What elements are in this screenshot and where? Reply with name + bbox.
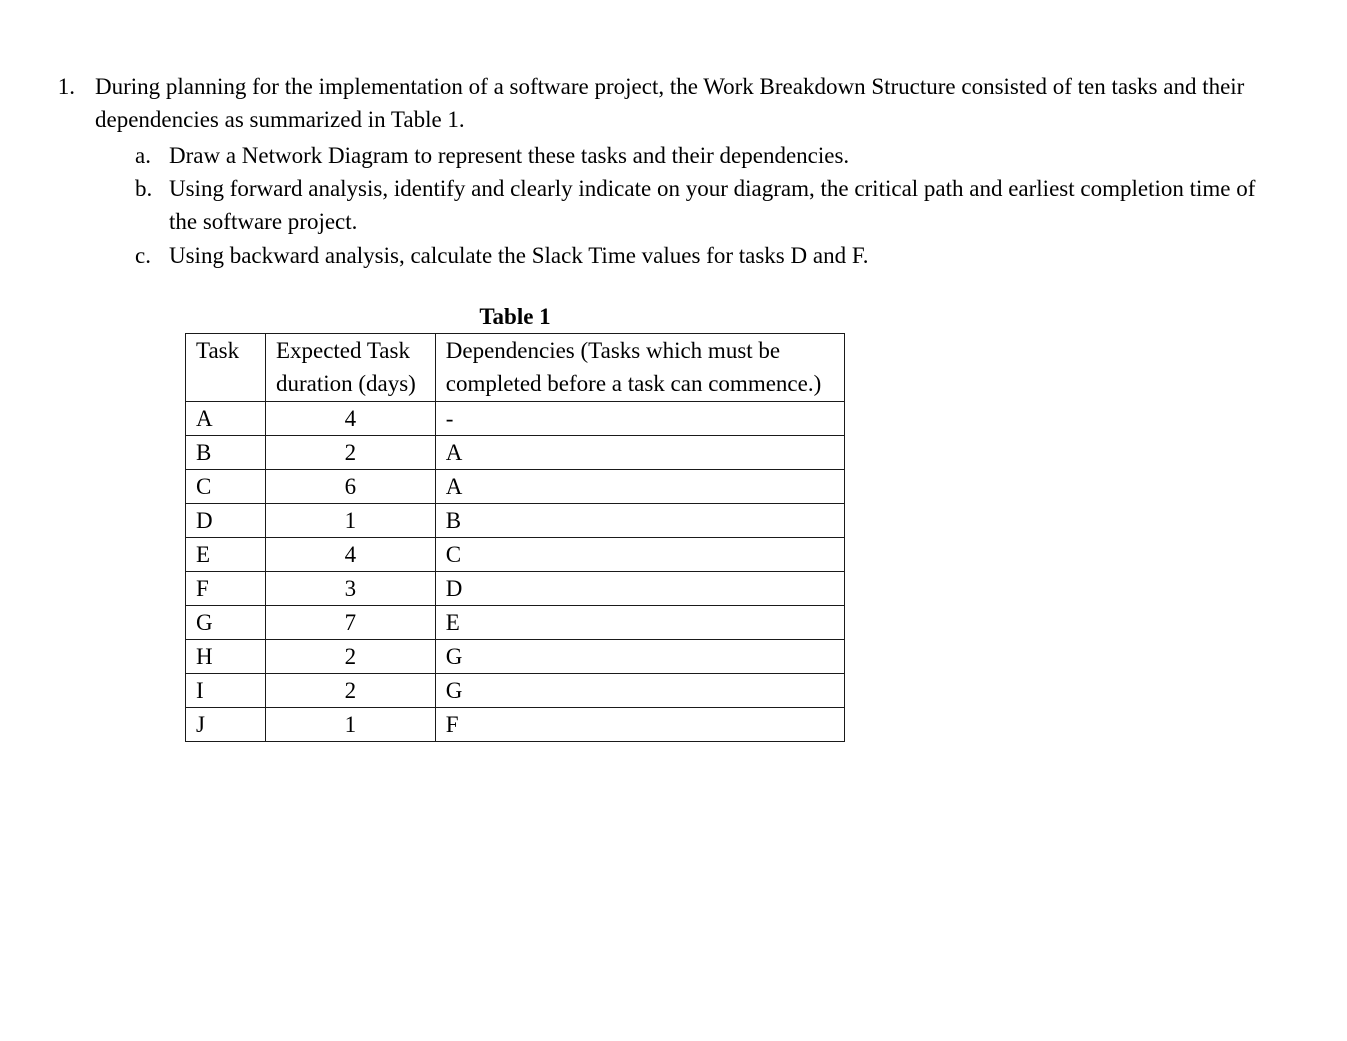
question-main: 1. During planning for the implementatio… (40, 70, 1307, 272)
cell-task: D (186, 503, 266, 537)
table-section: Table 1 Task Expected Task duration (day… (40, 300, 1307, 742)
subpart-a: a. Draw a Network Diagram to represent t… (135, 139, 1257, 172)
table-header-row: Task Expected Task duration (days) Depen… (186, 334, 845, 401)
table-row: I2G (186, 673, 845, 707)
cell-task: B (186, 435, 266, 469)
cell-duration: 4 (265, 537, 435, 571)
cell-duration: 7 (265, 605, 435, 639)
cell-deps: B (435, 503, 844, 537)
cell-duration: 1 (265, 503, 435, 537)
cell-deps: G (435, 673, 844, 707)
cell-task: E (186, 537, 266, 571)
subparts-list: a. Draw a Network Diagram to represent t… (95, 139, 1257, 272)
question-wrapper: 1. During planning for the implementatio… (40, 70, 1307, 742)
table-caption: Table 1 (185, 300, 845, 333)
table-row: A4- (186, 401, 845, 435)
cell-task: A (186, 401, 266, 435)
cell-duration: 4 (265, 401, 435, 435)
question-intro-text: During planning for the implementation o… (95, 70, 1257, 137)
table-row: J1F (186, 707, 845, 741)
tasks-table: Task Expected Task duration (days) Depen… (185, 333, 845, 741)
cell-deps: D (435, 571, 844, 605)
cell-task: G (186, 605, 266, 639)
cell-duration: 2 (265, 673, 435, 707)
table-row: H2G (186, 639, 845, 673)
subpart-letter: c. (135, 239, 157, 272)
table-row: F3D (186, 571, 845, 605)
table-row: D1B (186, 503, 845, 537)
cell-duration: 2 (265, 435, 435, 469)
subpart-text: Using forward analysis, identify and cle… (169, 172, 1257, 239)
table-body: A4-B2AC6AD1BE4CF3DG7EH2GI2GJ1F (186, 401, 845, 741)
table-row: C6A (186, 469, 845, 503)
subpart-c: c. Using backward analysis, calculate th… (135, 239, 1257, 272)
cell-task: H (186, 639, 266, 673)
table-row: E4C (186, 537, 845, 571)
subpart-letter: b. (135, 172, 157, 205)
cell-deps: A (435, 435, 844, 469)
subpart-text: Draw a Network Diagram to represent thes… (169, 139, 1257, 172)
subpart-text: Using backward analysis, calculate the S… (169, 239, 1257, 272)
cell-duration: 3 (265, 571, 435, 605)
header-task: Task (186, 334, 266, 401)
cell-task: F (186, 571, 266, 605)
cell-duration: 1 (265, 707, 435, 741)
cell-task: J (186, 707, 266, 741)
cell-duration: 6 (265, 469, 435, 503)
cell-duration: 2 (265, 639, 435, 673)
header-duration: Expected Task duration (days) (265, 334, 435, 401)
table-row: G7E (186, 605, 845, 639)
subpart-letter: a. (135, 139, 157, 172)
cell-deps: F (435, 707, 844, 741)
cell-deps: - (435, 401, 844, 435)
question-content: During planning for the implementation o… (95, 70, 1307, 272)
table-row: B2A (186, 435, 845, 469)
cell-deps: A (435, 469, 844, 503)
cell-deps: E (435, 605, 844, 639)
cell-deps: G (435, 639, 844, 673)
cell-task: C (186, 469, 266, 503)
question-number: 1. (40, 70, 80, 272)
cell-task: I (186, 673, 266, 707)
header-deps: Dependencies (Tasks which must be comple… (435, 334, 844, 401)
subpart-b: b. Using forward analysis, identify and … (135, 172, 1257, 239)
cell-deps: C (435, 537, 844, 571)
